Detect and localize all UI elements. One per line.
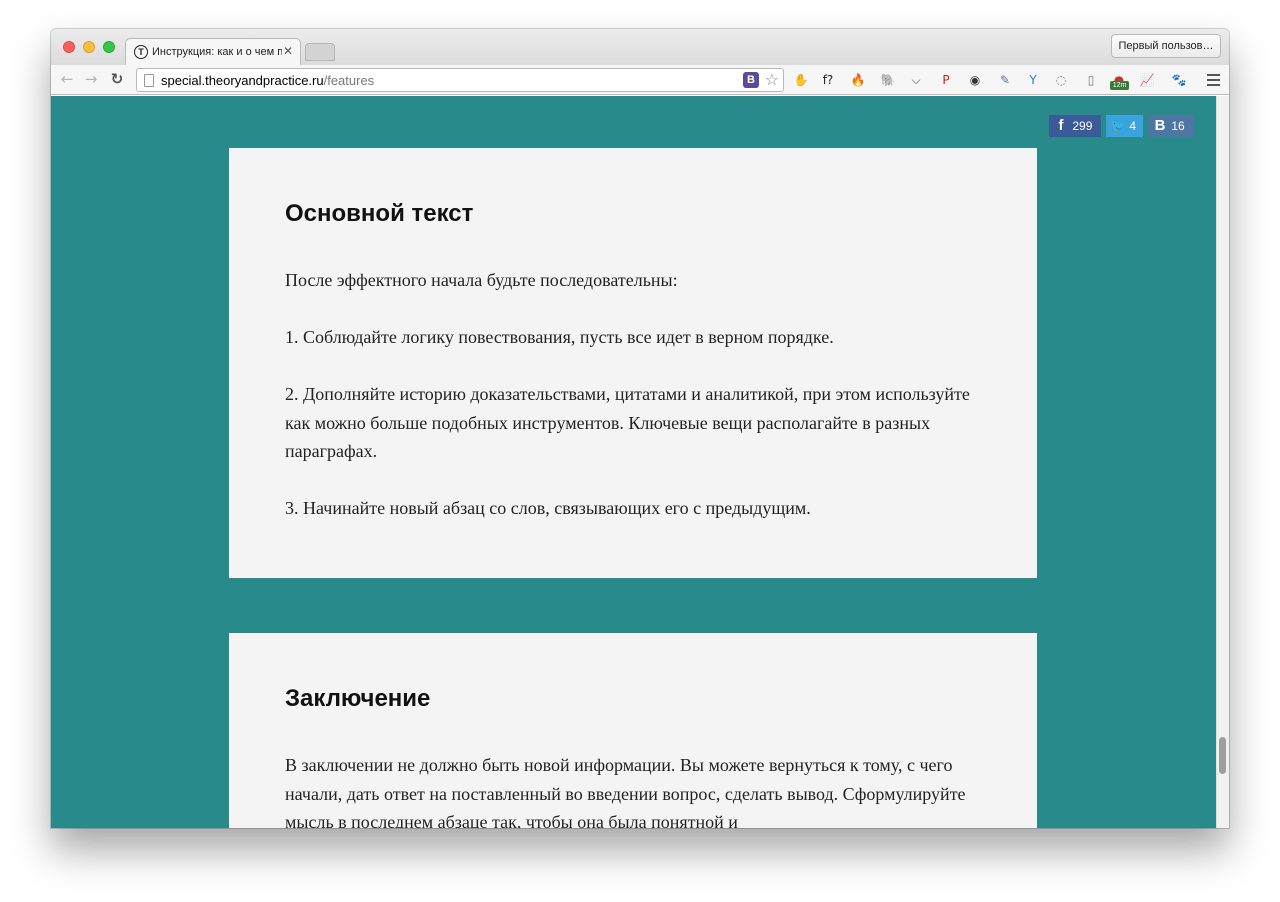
facebook-icon: f — [1058, 117, 1064, 134]
adblock-icon[interactable]: ✋ — [793, 72, 809, 88]
back-icon[interactable]: ← — [58, 70, 76, 88]
url-text[interactable]: special.theoryandpractice.ru/features — [161, 73, 374, 88]
pinterest-icon[interactable]: P — [938, 72, 954, 88]
forward-icon[interactable]: → — [82, 70, 100, 88]
paragraph: 3. Начинайте новый абзац со слов, связыв… — [285, 498, 811, 518]
minimize-window-button[interactable] — [83, 41, 95, 53]
maximize-window-button[interactable] — [103, 41, 115, 53]
section-heading: Заключение — [285, 685, 431, 712]
new-tab-button[interactable] — [305, 43, 335, 61]
browser-toolbar: ← → ↻ special.theoryandpractice.ru/featu… — [51, 65, 1229, 95]
menu-icon[interactable] — [1207, 74, 1220, 86]
vk-share-count: 16 — [1171, 119, 1185, 133]
vk-icon: В — [1154, 117, 1166, 134]
browser-window: Т Инструкция: как и о чем п ✕ Первый пол… — [51, 29, 1229, 828]
eyedropper-icon[interactable]: ✎ — [997, 72, 1013, 88]
analytics-icon[interactable]: 📈 — [1139, 72, 1155, 88]
font-finder-icon[interactable]: f? — [820, 72, 836, 88]
url-path: /features — [323, 73, 375, 88]
paw-icon[interactable]: 🐾 — [1171, 72, 1187, 88]
paragraph: 2. Дополняйте историю доказательствами, … — [285, 384, 970, 461]
scrollbar-thumb[interactable] — [1219, 737, 1226, 774]
timer-icon[interactable]: ● 12m — [1110, 72, 1129, 90]
twitter-share-count: 4 — [1129, 119, 1137, 133]
timer-badge: 12m — [1110, 81, 1129, 90]
page-scrollbar[interactable] — [1216, 96, 1229, 828]
section-heading: Основной текст — [285, 200, 474, 227]
paragraph: 1. Соблюдайте логику повествования, пуст… — [285, 327, 834, 347]
tab-close-icon[interactable]: ✕ — [283, 44, 293, 58]
title-bar: Т Инструкция: как и о чем п ✕ Первый пол… — [51, 29, 1229, 66]
section-card-conclusion: Заключение В заключении не должно быть н… — [229, 633, 1037, 828]
camera-icon[interactable]: ◉ — [967, 72, 983, 88]
page-icon — [144, 74, 154, 87]
site-favicon-icon: Т — [134, 45, 148, 59]
bookmark-ext-icon[interactable]: B — [743, 72, 759, 88]
evernote-icon[interactable]: 🐘 — [880, 72, 896, 88]
paragraph: После эффектного начала будьте последова… — [285, 270, 678, 290]
facebook-share-count: 299 — [1072, 119, 1093, 133]
paragraph: В заключении не должно быть новой информ… — [285, 755, 966, 828]
star-icon[interactable]: ☆ — [765, 70, 779, 90]
address-bar[interactable]: special.theoryandpractice.ru/features B … — [136, 68, 784, 92]
pocket-icon[interactable]: ⌵ — [908, 72, 924, 88]
profile-button[interactable]: Первый пользов… — [1111, 34, 1221, 58]
page-content: f 299 🐦 4 В 16 Основной текст После эффе… — [51, 96, 1229, 828]
tab-active[interactable]: Т Инструкция: как и о чем п ✕ — [125, 38, 301, 66]
vk-share-button[interactable]: В 16 — [1148, 115, 1194, 137]
close-window-button[interactable] — [63, 41, 75, 53]
twitter-share-button[interactable]: 🐦 4 — [1106, 115, 1143, 137]
twitter-icon: 🐦 — [1110, 119, 1126, 133]
vimium-icon[interactable]: Y — [1025, 72, 1041, 88]
reload-icon[interactable]: ↻ — [108, 70, 126, 88]
fire-icon[interactable]: 🔥 — [850, 72, 866, 88]
section-card-main-text: Основной текст После эффектного начала б… — [229, 148, 1037, 578]
facebook-share-button[interactable]: f 299 — [1049, 115, 1101, 137]
url-host: special.theoryandpractice.ru — [161, 73, 324, 88]
reader-icon[interactable]: ▯ — [1083, 72, 1099, 88]
tab-title: Инструкция: как и о чем п — [152, 46, 282, 58]
refresh-ext-icon[interactable]: ◌ — [1053, 72, 1069, 88]
